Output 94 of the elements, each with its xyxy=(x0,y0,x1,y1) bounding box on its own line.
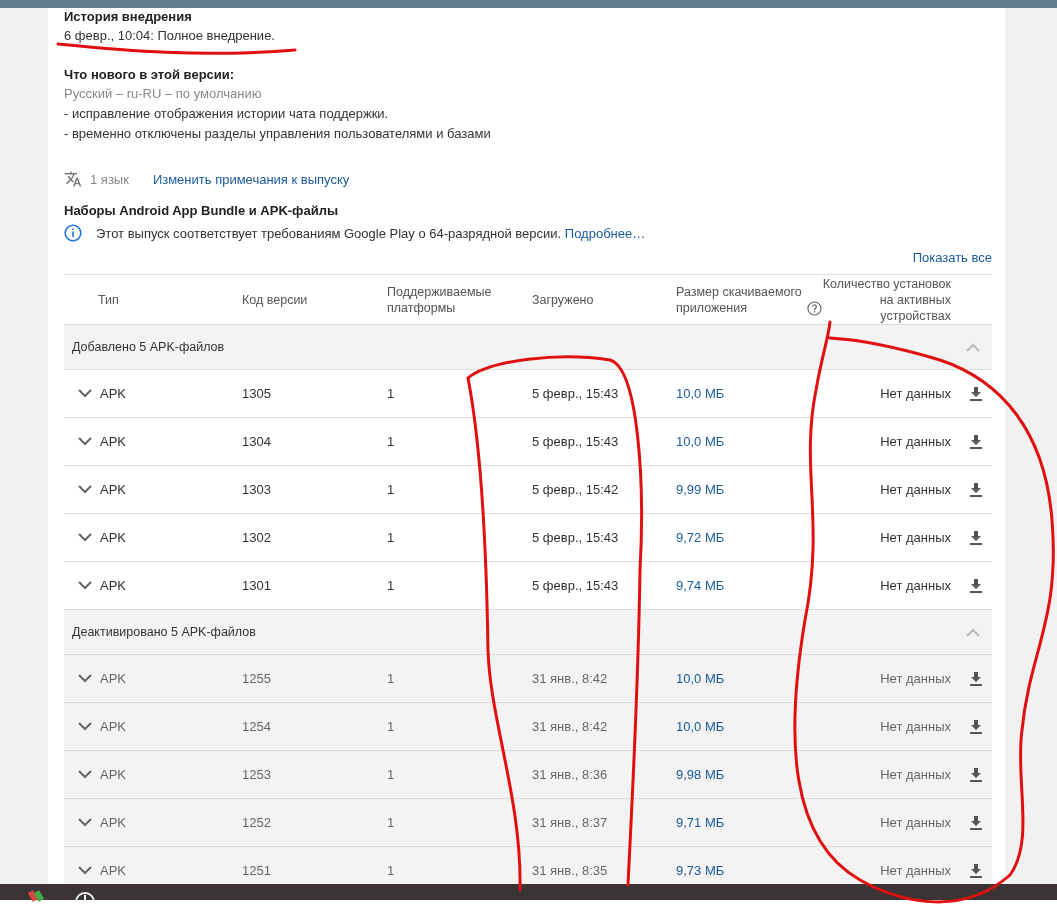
table-cell-text: 1253 xyxy=(242,767,272,782)
download-icon[interactable] xyxy=(970,530,982,545)
table-cell-text: 5 февр., 15:43 xyxy=(532,434,620,449)
table-cell: APK xyxy=(100,815,126,830)
table-cell-text: 10,0 МБ xyxy=(676,386,726,401)
table-cell-text: 9,98 МБ xyxy=(676,767,726,782)
table-cell: APK xyxy=(100,578,126,593)
table-cell-text: 1 xyxy=(387,530,396,545)
download-icon[interactable] xyxy=(970,578,982,593)
table-cell-text: 10,0 МБ xyxy=(676,434,726,449)
table-cell-text: Нет данных xyxy=(879,719,951,734)
table-cell-text: 1 xyxy=(387,671,396,686)
chevron-down-icon[interactable] xyxy=(78,485,92,494)
chevron-down-icon[interactable] xyxy=(78,437,92,446)
section-title: Наборы Android App Bundle и APK-файлы xyxy=(64,202,340,220)
table-cell: APK xyxy=(100,719,126,734)
table-cell-text: Нет данных xyxy=(879,815,951,830)
table-cell-text: 1303 xyxy=(242,482,272,497)
show-all-link[interactable]: Показать все xyxy=(912,250,992,265)
table-cell-text: Нет данных xyxy=(879,578,951,593)
table-cell-text: Нет данных xyxy=(879,386,951,401)
table-cell-text: 10,0 МБ xyxy=(676,671,726,686)
table-cell-text: 31 янв., 8:35 xyxy=(532,863,609,878)
column-header: Размер скачиваемого приложения xyxy=(676,283,803,316)
table-cell-text: 5 февр., 15:43 xyxy=(532,386,620,401)
table-cell-text: Нет данных xyxy=(879,530,951,545)
notice-text: Этот выпуск соответствует требованиям Google Play о 64-разрядной версии. Подробнее… xyxy=(96,225,646,241)
group-title: Деактивировано 5 APK-файлов xyxy=(72,625,256,639)
group-title: Добавлено 5 APK-файлов xyxy=(72,340,225,354)
download-icon[interactable] xyxy=(970,434,982,449)
table-cell-text: 1 xyxy=(387,767,396,782)
table-cell: APK xyxy=(100,530,126,545)
edit-notes-link[interactable]: Изменить примечания к выпуску xyxy=(152,171,350,187)
table-cell-text: 1302 xyxy=(242,530,272,545)
history-entry: 6 февр., 10:04: Полное внедрение. xyxy=(64,27,276,45)
download-icon[interactable] xyxy=(970,386,982,401)
table-cell-text: 1305 xyxy=(242,386,272,401)
table-cell-text: 1251 xyxy=(242,863,272,878)
table-cell: APK xyxy=(100,767,126,782)
table-cell-text: 9,74 МБ xyxy=(676,578,726,593)
column-header: Код версии xyxy=(242,291,309,308)
chevron-down-icon[interactable] xyxy=(78,389,92,398)
table-cell-text: 5 февр., 15:43 xyxy=(532,578,620,593)
table-cell-text: 31 янв., 8:36 xyxy=(532,767,609,782)
section-title: История внедрения xyxy=(64,8,193,26)
table-cell: APK xyxy=(100,863,126,878)
chevron-down-icon[interactable] xyxy=(78,533,92,542)
table-cell-text: Нет данных xyxy=(879,671,951,686)
table-cell-text: Нет данных xyxy=(879,863,951,878)
info-icon xyxy=(64,224,82,242)
table-cell-text: 9,99 МБ xyxy=(676,482,726,497)
section-title: Что нового в этой версии: xyxy=(64,66,236,84)
table-cell-text: 1252 xyxy=(242,815,272,830)
download-icon[interactable] xyxy=(970,482,982,497)
table-cell: APK xyxy=(100,482,126,497)
table-cell-text: 5 февр., 15:42 xyxy=(532,482,620,497)
table-cell-text: 1254 xyxy=(242,719,272,734)
column-header: Тип xyxy=(97,291,120,308)
chevron-down-icon[interactable] xyxy=(78,581,92,590)
column-header: Поддерживаемые платформы xyxy=(387,283,493,316)
column-header: Загружено xyxy=(532,291,595,308)
table-cell: APK xyxy=(100,671,126,686)
release-note-line: - временно отключены разделы управления пользователями и базами xyxy=(64,125,492,143)
table-cell-text: 1 xyxy=(387,386,396,401)
table-cell-text: 9,72 МБ xyxy=(676,530,726,545)
table-cell-text: 1 xyxy=(387,815,396,830)
learn-more-link[interactable]: Подробнее… xyxy=(564,225,646,241)
language-count: 1 язык xyxy=(90,171,129,187)
table-cell-text: 10,0 МБ xyxy=(676,719,726,734)
table-cell: APK xyxy=(100,434,126,449)
help-icon[interactable] xyxy=(807,300,822,316)
table-cell-text: 1301 xyxy=(242,578,272,593)
table-cell-text: 1 xyxy=(387,482,396,497)
release-note-line: - исправление отображения истории чата поддержки. xyxy=(64,105,390,123)
table-cell-text: 1 xyxy=(387,578,396,593)
table-cell-text: 31 янв., 8:42 xyxy=(532,719,609,734)
table-cell-text: 31 янв., 8:37 xyxy=(532,815,609,830)
app-icon[interactable] xyxy=(28,888,46,902)
table-cell-text: 5 февр., 15:43 xyxy=(532,530,620,545)
table-cell-text: 1 xyxy=(387,863,396,878)
column-header: Количество установок на активных устройствах xyxy=(822,275,951,324)
table-cell-text: 9,71 МБ xyxy=(676,815,726,830)
table-cell-text: Нет данных xyxy=(879,482,951,497)
table-cell-text: 1255 xyxy=(242,671,272,686)
language-label: Русский – ru-RU – по умолчанию xyxy=(64,85,263,103)
table-cell-text: 1 xyxy=(387,719,396,734)
translate-icon xyxy=(64,170,82,188)
table-cell-text: Нет данных xyxy=(879,434,951,449)
table-cell-text: 1 xyxy=(387,434,396,449)
table-cell-text: Нет данных xyxy=(879,767,951,782)
table-cell-text: 9,73 МБ xyxy=(676,863,726,878)
table-cell: APK xyxy=(100,386,126,401)
table-cell-text: 31 янв., 8:42 xyxy=(532,671,609,686)
table-cell-text: 1304 xyxy=(242,434,272,449)
